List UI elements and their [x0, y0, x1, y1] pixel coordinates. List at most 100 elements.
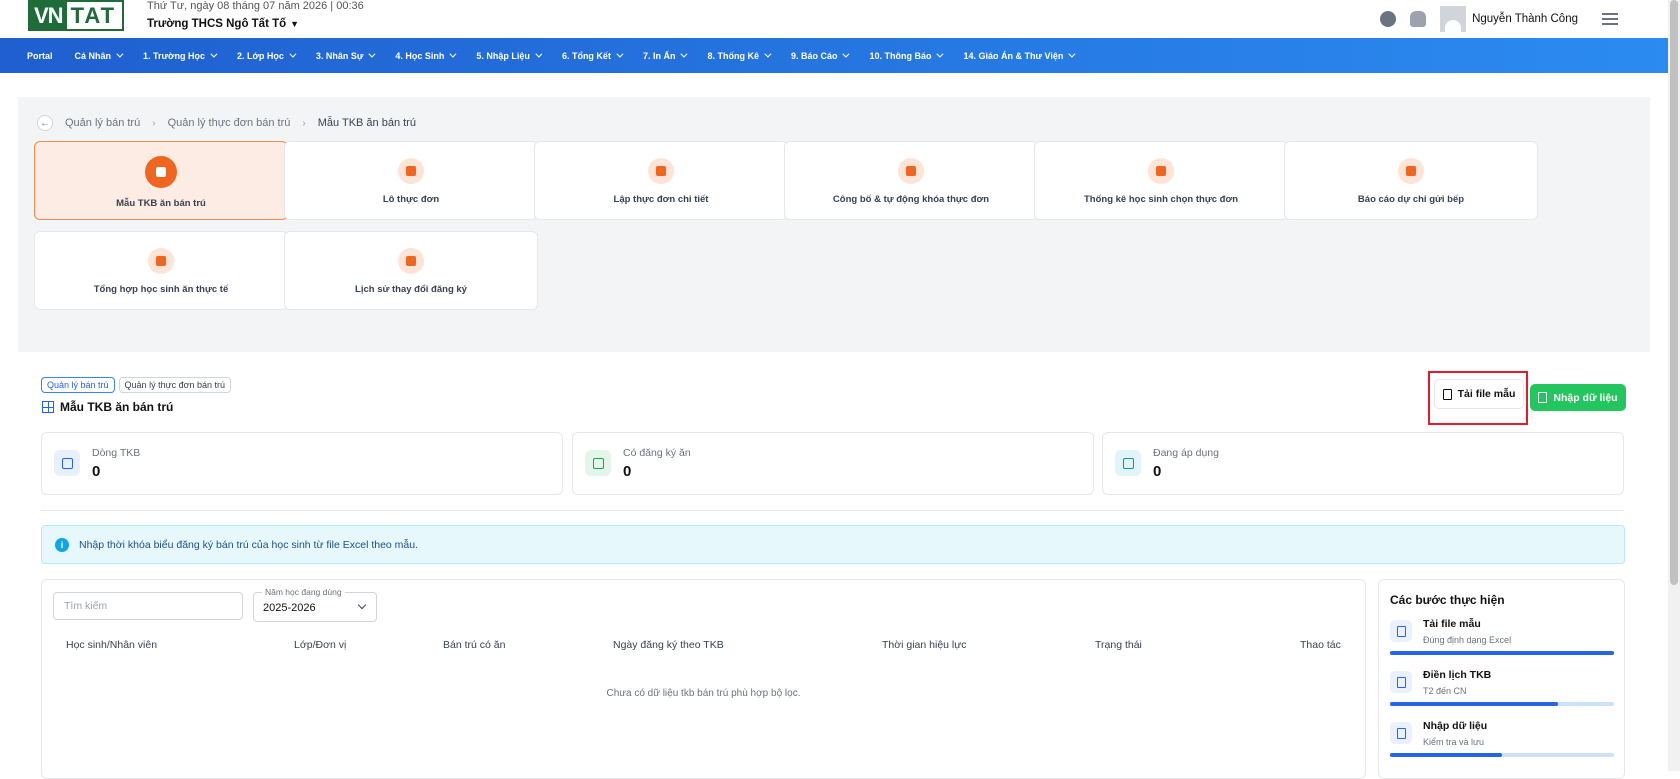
step-name: Điền lịch TKB: [1423, 669, 1492, 681]
tag-quan-ly-thuc-don[interactable]: Quản lý thực đơn bán trú: [118, 377, 232, 393]
column-header[interactable]: Lớp/Đơn vị: [294, 639, 346, 651]
stat-value: 0: [623, 463, 632, 480]
nav-item-6[interactable]: 5. Nhập Liệu: [476, 50, 543, 61]
steps-title: Các bước thực hiện: [1390, 593, 1505, 607]
logo-text-right: TAT: [70, 2, 117, 28]
file-upload-icon: [1538, 392, 1548, 403]
nav-item-0[interactable]: Portal: [27, 51, 53, 61]
stat-value: 0: [92, 463, 101, 480]
empty-state: Chưa có dữ liệu tkb bán trú phù hợp bộ l…: [606, 688, 801, 699]
current-date: Thứ Tư, ngày 08 tháng 07 năm 2026 | 00:3…: [147, 0, 364, 12]
feature-card-icon: [1148, 158, 1174, 184]
stat-label: Dòng TKB: [92, 447, 141, 459]
divider: [41, 510, 1624, 511]
feature-card-label: Báo cáo dự chi gửi bếp: [1357, 194, 1465, 205]
feature-card-label: Thống kê học sinh chọn thực đơn: [1083, 194, 1239, 205]
feature-card-label: Lịch sử thay đổi đăng ký: [355, 284, 467, 295]
info-icon: i: [55, 537, 69, 552]
breadcrumb-item-1[interactable]: Quản lý bán trú: [65, 117, 140, 129]
stat-label: Có đăng ký ăn: [623, 447, 691, 459]
scrollbar-thumb[interactable]: [1670, 0, 1678, 585]
feature-card-7[interactable]: Lịch sử thay đổi đăng ký: [284, 231, 538, 310]
stat-card-2: Đang áp dụng 0: [1102, 432, 1624, 495]
feature-card-icon: [398, 248, 424, 274]
nav-item-label: Portal: [27, 50, 53, 61]
step-desc: Kiểm tra và lưu: [1423, 737, 1485, 747]
step-name: Tải file mẫu: [1423, 618, 1481, 630]
feature-card-5[interactable]: Báo cáo dự chi gửi bếp: [1284, 141, 1538, 220]
school-year-select[interactable]: Năm học đang dùng 2025-2026: [253, 587, 377, 622]
chevron-down-icon: [210, 50, 218, 58]
school-name: Trường THCS Ngô Tất Tố: [147, 18, 287, 30]
user-name[interactable]: Nguyễn Thành Công: [1472, 13, 1578, 25]
chevron-down-icon: [289, 50, 297, 58]
chevron-down-icon: [1068, 50, 1076, 58]
column-header[interactable]: Trạng thái: [1095, 639, 1142, 651]
step-progress-bar: [1390, 651, 1614, 655]
school-year-label: Năm học đang dùng: [262, 587, 345, 597]
nav-item-8[interactable]: 7. In Ấn: [642, 50, 688, 61]
nav-item-3[interactable]: 2. Lớp Học: [237, 50, 297, 61]
column-header[interactable]: Học sinh/Nhân viên: [66, 639, 157, 651]
feature-card-0[interactable]: Mẫu TKB ăn bán trú: [34, 141, 288, 220]
step-progress-bar: [1390, 753, 1614, 757]
import-data-label: Nhập dữ liệu: [1553, 391, 1618, 404]
page-title: Mẫu TKB ăn bán trú: [42, 400, 173, 414]
caret-down-icon: ▼: [290, 19, 300, 29]
nav-item-7[interactable]: 6. Tổng Kết: [561, 50, 624, 61]
nav-item-5[interactable]: 4. Học Sinh: [395, 51, 457, 61]
nav-item-label: 3. Nhân Sự: [315, 50, 364, 61]
feature-card-2[interactable]: Lập thực đơn chi tiết: [534, 141, 788, 220]
column-header[interactable]: Ngày đăng ký theo TKB: [613, 639, 724, 651]
nav-item-12[interactable]: 14. Giáo Án & Thư Viện: [963, 50, 1076, 61]
nav-item-4[interactable]: 3. Nhân Sự: [315, 50, 376, 61]
breadcrumb: ← Quản lý bán trú › Quản lý thực đơn bán…: [37, 115, 416, 131]
feature-card-icon: [398, 158, 424, 184]
nav-item-label: 1. Trường Học: [143, 50, 205, 61]
nav-item-label: 7. In Ấn: [642, 50, 676, 61]
nav-item-label: 8. Thống Kê: [707, 50, 759, 61]
back-arrow-icon[interactable]: ←: [37, 115, 53, 131]
nav-item-11[interactable]: 10. Thông Báo: [869, 50, 944, 61]
feature-card-1[interactable]: Lô thực đơn: [284, 141, 538, 220]
stat-icon: [585, 450, 611, 476]
bell-icon[interactable]: [1410, 11, 1427, 27]
nav-item-label: 9. Báo Cáo: [790, 50, 838, 61]
nav-item-label: 6. Tổng Kết: [561, 50, 611, 61]
column-header[interactable]: Thao tác: [1300, 639, 1341, 651]
chevron-down-icon: [936, 50, 944, 58]
stat-value: 0: [1153, 463, 1162, 480]
nav-item-2[interactable]: 1. Trường Học: [143, 50, 218, 61]
nav-item-10[interactable]: 9. Báo Cáo: [790, 50, 850, 61]
chat-icon[interactable]: [1380, 11, 1397, 27]
top-header: VN TAT Thứ Tư, ngày 08 tháng 07 năm 2026…: [0, 0, 1668, 38]
vntat-logo[interactable]: VN TAT: [28, 0, 124, 31]
stat-label: Đang áp dụng: [1153, 447, 1219, 459]
chevron-down-icon: [616, 50, 624, 58]
nav-item-9[interactable]: 8. Thống Kê: [707, 50, 772, 61]
step-file-icon: [1390, 620, 1412, 642]
stat-card-1: Có đăng ký ăn 0: [572, 432, 1094, 495]
data-table-card: Tìm kiếm Năm học đang dùng 2025-2026 Học…: [41, 579, 1366, 779]
feature-card-3[interactable]: Công bố & tự động khóa thực đơn: [784, 141, 1038, 220]
stat-card-0: Dòng TKB 0: [41, 432, 563, 495]
search-input[interactable]: Tìm kiếm: [53, 592, 243, 620]
nav-item-1[interactable]: Cá Nhân: [75, 51, 124, 61]
feature-card-icon: [148, 248, 174, 274]
stat-icon: [1115, 450, 1141, 476]
column-header[interactable]: Bán trú có ăn: [443, 639, 505, 651]
import-data-button[interactable]: Nhập dữ liệu: [1530, 384, 1626, 411]
avatar[interactable]: [1440, 6, 1467, 32]
breadcrumb-item-2[interactable]: Quản lý thực đơn bán trú: [168, 117, 291, 129]
column-header[interactable]: Thời gian hiệu lực: [882, 639, 967, 651]
feature-card-4[interactable]: Thống kê học sinh chọn thực đơn: [1034, 141, 1288, 220]
feature-card-6[interactable]: Tổng hợp học sinh ăn thực tế: [34, 231, 288, 310]
feature-card-label: Tổng hợp học sinh ăn thực tế: [93, 284, 229, 295]
chevron-down-icon: [535, 50, 543, 58]
feature-card-label: Lập thực đơn chi tiết: [613, 194, 709, 205]
hamburger-menu-icon[interactable]: [1602, 13, 1618, 25]
page-scrollbar[interactable]: [1668, 0, 1680, 771]
tag-quan-ly-ban-tru[interactable]: Quản lý bán trú: [41, 377, 115, 393]
school-selector[interactable]: Trường THCS Ngô Tất Tố ▼: [147, 18, 299, 30]
info-banner: i Nhập thời khóa biểu đăng ký bán trú của…: [41, 525, 1625, 564]
